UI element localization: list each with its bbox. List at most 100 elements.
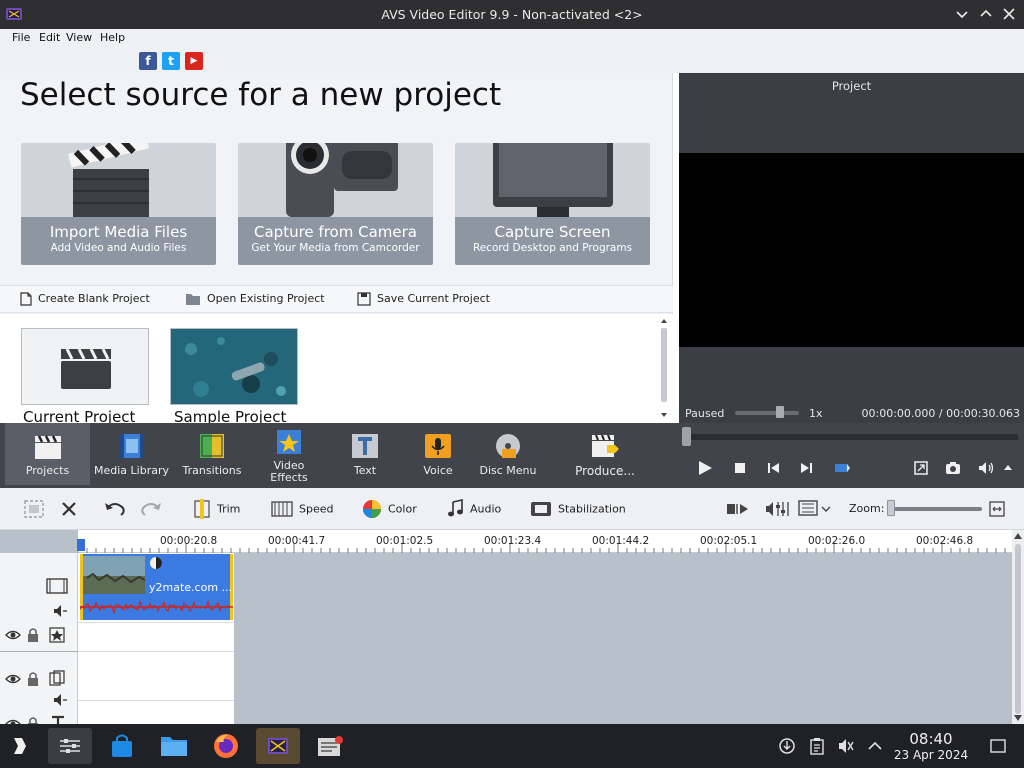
app-launcher-icon[interactable] <box>10 734 34 758</box>
playhead-marker[interactable] <box>77 539 86 553</box>
clapperboard-icon <box>61 348 111 389</box>
lock-icon[interactable] <box>25 627 41 643</box>
save-current-project-button[interactable]: Save Current Project <box>357 292 490 306</box>
seek-bar[interactable] <box>686 434 1018 440</box>
import-media-card[interactable]: Import Media Files Add Video and Audio F… <box>21 143 216 265</box>
volume-icon[interactable] <box>977 459 995 477</box>
lock-icon[interactable] <box>25 671 41 687</box>
open-existing-project-button[interactable]: Open Existing Project <box>185 292 325 306</box>
menu-help[interactable]: Help <box>100 31 125 44</box>
twitter-icon[interactable]: t <box>162 52 180 70</box>
taskbar-document-app[interactable] <box>308 728 352 764</box>
stop-icon[interactable] <box>731 459 749 477</box>
disc-menu-button[interactable]: Disc Menu <box>478 423 538 485</box>
ruler-label: 00:01:44.2 <box>592 535 650 547</box>
eye-icon[interactable] <box>5 627 21 643</box>
text-button[interactable]: Text <box>335 423 395 485</box>
projects-button[interactable]: Projects <box>5 423 90 485</box>
timeline-scrollbar[interactable] <box>1012 530 1024 724</box>
seek-handle[interactable] <box>682 427 691 446</box>
settings-sliders-icon <box>60 739 80 753</box>
show-desktop-icon[interactable] <box>989 737 1007 755</box>
next-frame-icon[interactable] <box>797 459 815 477</box>
track-divider <box>78 700 234 701</box>
clipboard-icon[interactable] <box>808 737 826 755</box>
eye-icon[interactable] <box>5 671 21 687</box>
overlay-track-icon <box>49 670 65 686</box>
volume-arrow-icon[interactable] <box>1002 459 1014 477</box>
media-library-button[interactable]: Media Library <box>94 423 169 485</box>
folder-icon <box>186 294 200 305</box>
video-clip[interactable]: y2mate.com ... <box>80 554 233 620</box>
taskbar-clock[interactable]: 08:40 23 Apr 2024 <box>888 730 974 762</box>
audio-mute-icon[interactable] <box>52 692 68 708</box>
zoom-slider[interactable] <box>890 507 982 511</box>
quick-actions: Create Blank Project Open Existing Proje… <box>0 285 673 313</box>
split-audio-icon[interactable] <box>726 500 750 518</box>
snapshot-icon[interactable] <box>944 459 962 477</box>
track-divider <box>78 651 234 652</box>
fit-timeline-icon[interactable] <box>988 500 1006 518</box>
video-effects-button[interactable]: Video Effects <box>258 423 320 485</box>
undo-icon[interactable] <box>103 500 127 518</box>
zoom-handle[interactable] <box>887 500 895 516</box>
chevron-up-icon[interactable] <box>866 737 884 755</box>
taskbar-firefox[interactable] <box>204 728 248 764</box>
network-icon[interactable] <box>778 737 796 755</box>
timeline-ruler[interactable]: 00:00:20.8 00:00:41.7 00:01:02.5 00:01:2… <box>77 530 1012 553</box>
transitions-button[interactable]: Transitions <box>178 423 246 485</box>
sample-project-thumbnail[interactable] <box>170 328 298 405</box>
split-icon[interactable] <box>833 459 851 477</box>
save-icon <box>357 292 371 306</box>
taskbar-files[interactable] <box>152 728 196 764</box>
import-media-title: Import Media Files <box>49 223 188 241</box>
main-toolbar: Projects Media Library Transitions Video… <box>0 423 1024 488</box>
trim-icon <box>194 499 210 519</box>
track-divider <box>0 651 78 652</box>
minimize-icon[interactable] <box>953 5 971 23</box>
taskbar-store[interactable] <box>100 728 144 764</box>
youtube-icon[interactable]: ▶ <box>185 52 203 70</box>
trim-button[interactable]: Trim <box>193 499 240 519</box>
color-button[interactable]: Color <box>362 499 417 519</box>
taskbar-avs-video-editor[interactable] <box>256 728 300 764</box>
playback-speed-slider[interactable] <box>735 411 799 415</box>
close-icon[interactable] <box>1000 5 1018 23</box>
produce-button[interactable]: Produce... <box>568 423 642 485</box>
audio-mute-icon[interactable] <box>52 603 68 619</box>
clip-effect-icon[interactable] <box>149 556 163 570</box>
edit-toolbar: Trim Speed Color Audio Stabilization Zoo… <box>0 488 1024 530</box>
current-project-thumbnail[interactable] <box>21 328 149 405</box>
recent-projects: Current Project Sample Project <box>0 314 673 426</box>
play-icon[interactable] <box>696 459 714 477</box>
menu-edit[interactable]: Edit <box>39 31 60 44</box>
voice-button[interactable]: Voice <box>410 423 466 485</box>
facebook-icon[interactable]: f <box>139 52 157 70</box>
audio-button[interactable]: Audio <box>446 499 501 519</box>
menu-file[interactable]: File <box>12 31 30 44</box>
effects-track-icon <box>49 627 65 643</box>
display-mode-icon[interactable] <box>798 499 832 519</box>
track-headers <box>0 553 78 731</box>
multi-select-icon[interactable] <box>23 499 45 519</box>
document-app-icon <box>318 736 343 756</box>
capture-screen-card[interactable]: Capture Screen Record Desktop and Progra… <box>455 143 650 265</box>
redo-icon[interactable] <box>139 500 163 518</box>
recent-scrollbar[interactable] <box>660 318 668 418</box>
volume-muted-icon[interactable] <box>837 737 855 755</box>
previous-frame-icon[interactable] <box>765 459 783 477</box>
delete-icon[interactable] <box>60 500 78 518</box>
maximize-icon[interactable] <box>977 5 995 23</box>
stabilization-button[interactable]: Stabilization <box>530 499 626 519</box>
audio-mixer-icon[interactable] <box>764 499 790 519</box>
create-blank-project-button[interactable]: Create Blank Project <box>20 292 150 306</box>
capture-camera-card[interactable]: Capture from Camera Get Your Media from … <box>238 143 433 265</box>
speed-button[interactable]: Speed <box>271 499 333 519</box>
menu-bar: File Edit View Help f t ▶ <box>0 29 1024 73</box>
menu-view[interactable]: View <box>66 31 92 44</box>
video-effects-icon <box>277 430 301 454</box>
clip-thumbnail <box>83 556 145 594</box>
fullscreen-icon[interactable] <box>912 459 930 477</box>
playback-speed-handle[interactable] <box>776 406 784 418</box>
taskbar-settings[interactable] <box>48 728 92 764</box>
